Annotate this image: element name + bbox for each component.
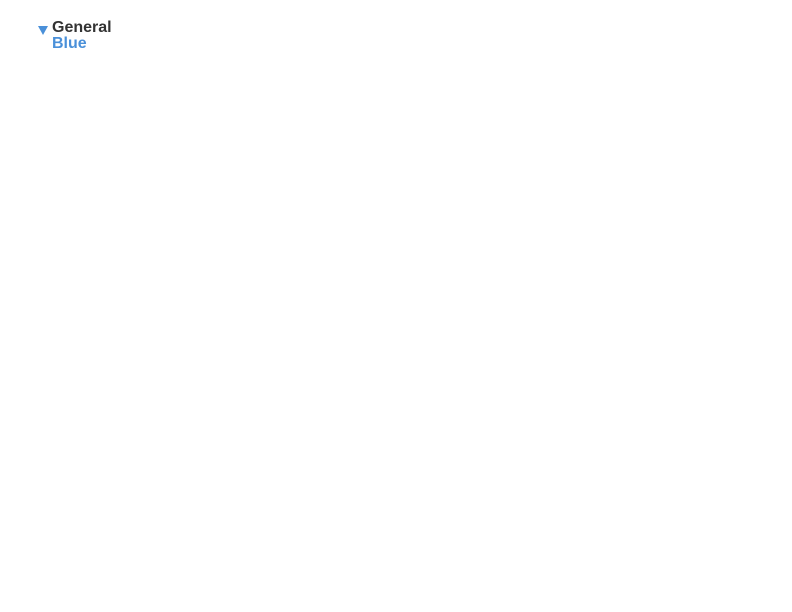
logo-general: General [52,20,112,36]
logo-blue: Blue [52,36,112,52]
logo-bird-icon [20,22,48,50]
logo: General Blue [20,20,112,52]
page-header: General Blue [20,20,772,52]
logo-wrapper: General Blue [20,20,112,52]
logo-text: General Blue [52,20,112,52]
